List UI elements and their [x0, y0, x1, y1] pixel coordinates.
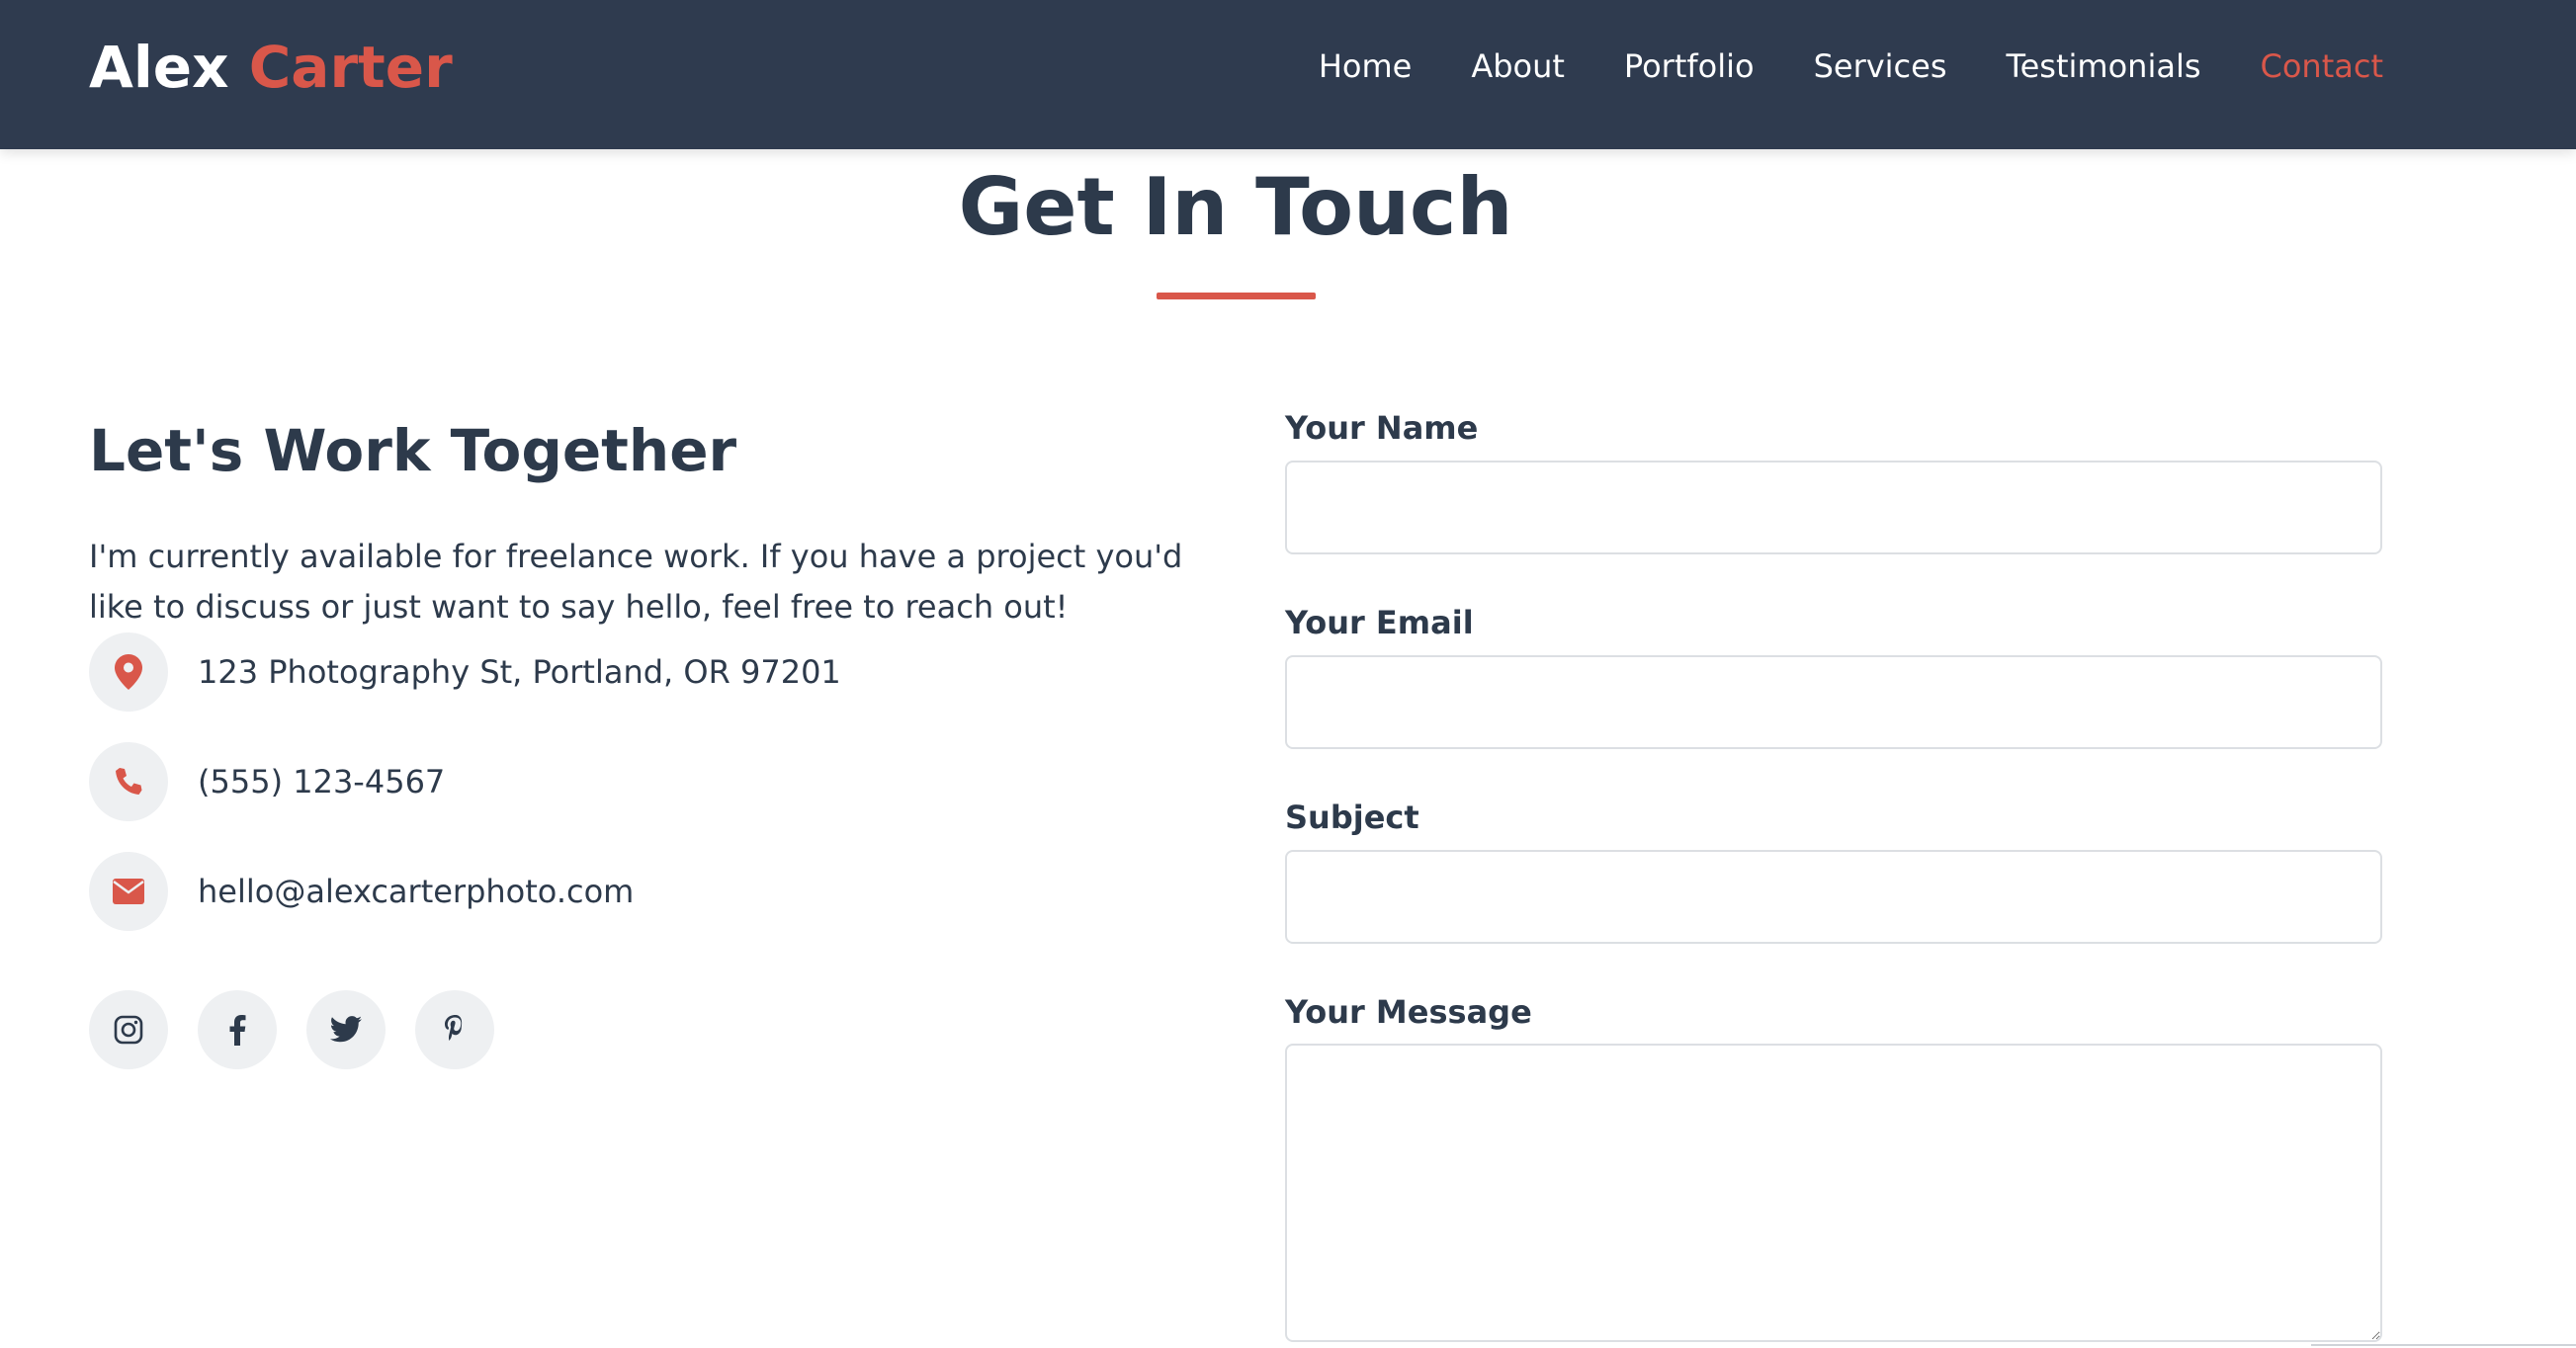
- nav-home-link[interactable]: Home: [1319, 40, 1413, 93]
- facebook-button[interactable]: [198, 990, 277, 1069]
- message-label: Your Message: [1285, 993, 1532, 1031]
- subject-input[interactable]: [1285, 850, 2382, 944]
- email-item: hello@alexcarterphoto.com: [89, 852, 634, 931]
- twitter-button[interactable]: [306, 990, 386, 1069]
- pinterest-icon: [445, 1015, 463, 1041]
- email-icon-circle: [89, 852, 168, 931]
- email-text: hello@alexcarterphoto.com: [198, 873, 635, 910]
- brand-logo[interactable]: Alex Carter: [89, 30, 453, 105]
- address-text: 123 Photography St, Portland, OR 97201: [198, 653, 841, 691]
- instagram-button[interactable]: [89, 990, 168, 1069]
- name-label: Your Name: [1285, 409, 1479, 447]
- title-underline: [1157, 293, 1316, 299]
- phone-icon-circle: [89, 742, 168, 821]
- envelope-icon: [113, 879, 144, 904]
- brand-last-name: Carter: [248, 34, 453, 101]
- twitter-icon: [329, 1016, 362, 1043]
- nav-portfolio-link[interactable]: Portfolio: [1624, 40, 1755, 93]
- message-textarea[interactable]: [1285, 1044, 2382, 1342]
- site-header: Alex Carter Home About Portfolio Service…: [0, 0, 2576, 149]
- main-nav: Home About Portfolio Services Testimonia…: [1319, 40, 2383, 93]
- subject-label: Subject: [1285, 799, 1419, 836]
- phone-item: (555) 123-4567: [89, 742, 445, 821]
- instagram-icon: [114, 1015, 143, 1045]
- social-links: [89, 990, 494, 1069]
- brand-first-name: Alex: [89, 34, 229, 101]
- email-label: Your Email: [1285, 604, 1474, 641]
- nav-services-link[interactable]: Services: [1814, 40, 1947, 93]
- map-marker-icon: [115, 654, 142, 690]
- contact-intro: I'm currently available for freelance wo…: [89, 538, 1183, 626]
- bottom-edge-divider: [2311, 1344, 2576, 1346]
- contact-heading: Let's Work Together: [89, 417, 737, 484]
- phone-icon: [116, 768, 142, 795]
- nav-about-link[interactable]: About: [1471, 40, 1565, 93]
- address-item: 123 Photography St, Portland, OR 97201: [89, 632, 841, 712]
- nav-testimonials-link[interactable]: Testimonials: [2007, 40, 2201, 93]
- pinterest-button[interactable]: [415, 990, 494, 1069]
- email-input[interactable]: [1285, 655, 2382, 749]
- section-title: Get In Touch: [958, 161, 1513, 253]
- nav-contact-link[interactable]: Contact: [2261, 40, 2384, 93]
- facebook-icon: [229, 1015, 246, 1046]
- phone-text: (555) 123-4567: [198, 763, 446, 800]
- address-icon-circle: [89, 632, 168, 712]
- name-input[interactable]: [1285, 461, 2382, 554]
